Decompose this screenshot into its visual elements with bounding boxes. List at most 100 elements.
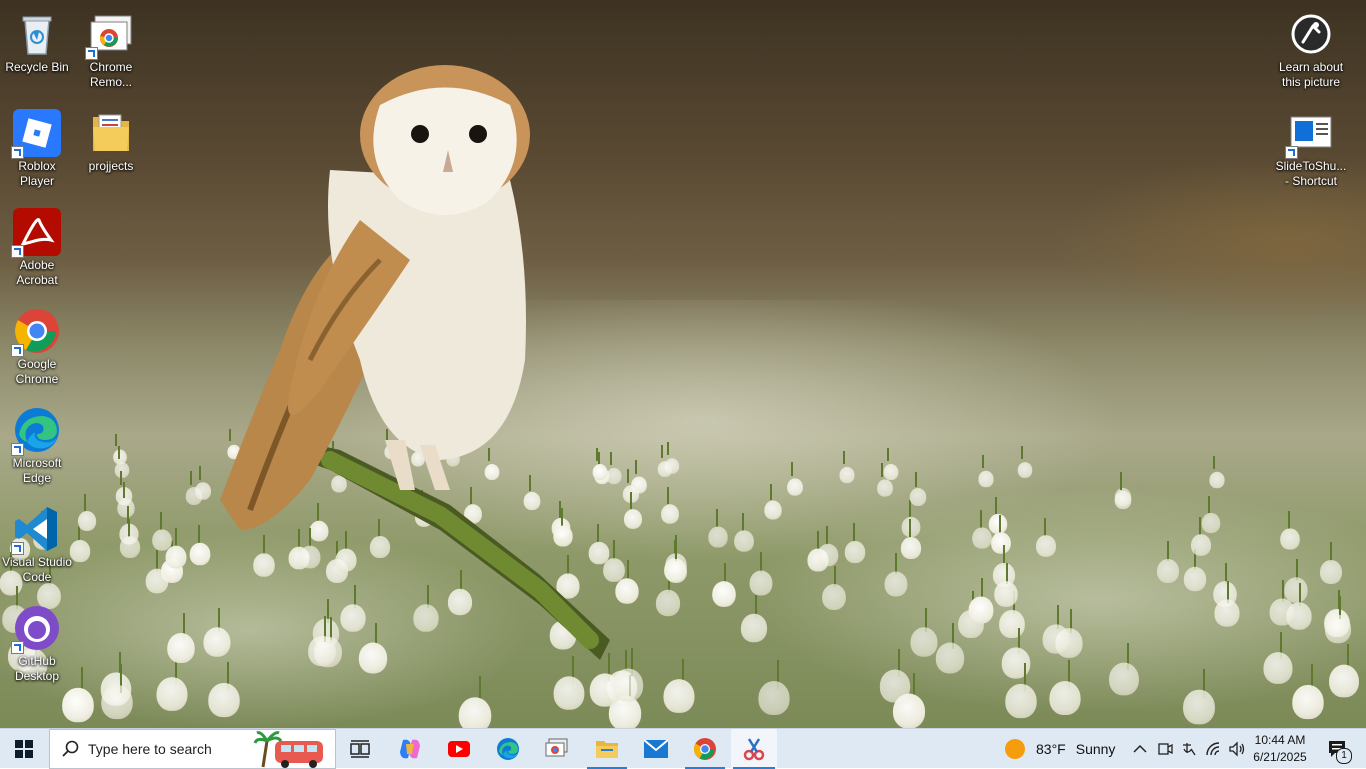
flower-stem	[715, 509, 718, 527]
task-view-icon	[350, 740, 370, 758]
notification-center-button[interactable]: 1	[1318, 729, 1358, 769]
flower	[189, 542, 211, 566]
mail-taskbar-button[interactable]	[634, 729, 678, 769]
desktop-icon-roblox-player[interactable]: Roblox Player	[0, 105, 74, 189]
flower	[1114, 490, 1132, 510]
flower	[1263, 652, 1293, 684]
flower	[909, 488, 927, 506]
meet-now-button[interactable]	[1154, 729, 1176, 769]
flower-stem	[881, 463, 884, 478]
vscode-icon	[11, 505, 61, 555]
flower	[1190, 534, 1212, 556]
show-hidden-icons-button[interactable]	[1129, 729, 1151, 769]
flower-stem	[816, 530, 819, 550]
flower-stem	[84, 494, 87, 511]
recycle-bin-icon	[13, 10, 61, 58]
flower	[1324, 614, 1352, 644]
flower-stem	[981, 454, 984, 469]
recycle-bin-label: Recycle Bin	[5, 60, 69, 74]
input-indicator-button[interactable]	[1178, 729, 1200, 769]
flower-stem	[886, 448, 889, 462]
remote-desktop-taskbar-button[interactable]	[535, 729, 579, 769]
flower	[1183, 689, 1215, 725]
desktop-icon-slidetoshutdown[interactable]: SlideToShu... - Shortcut	[1274, 105, 1348, 189]
desktop-icon-google-chrome[interactable]: Google Chrome	[0, 303, 74, 387]
shortcut-arrow-icon	[1285, 146, 1298, 159]
flower	[1292, 684, 1324, 720]
flower	[1042, 624, 1070, 654]
desktop-wallpaper	[0, 0, 1366, 728]
speaker-icon	[1229, 741, 1245, 757]
flower	[1280, 528, 1300, 550]
flower	[661, 504, 679, 524]
flower	[663, 679, 695, 713]
edge-taskbar-button[interactable]	[486, 729, 530, 769]
visual-studio-code-label: Visual Studio Code	[2, 555, 72, 584]
edge-icon	[11, 406, 61, 456]
edge-icon	[497, 738, 519, 760]
flower	[62, 687, 94, 723]
taskbar-search-box[interactable]: Type here to search	[49, 729, 336, 769]
desktop-icon-recycle-bin[interactable]: Recycle Bin	[0, 6, 74, 75]
flower-stem	[741, 512, 744, 531]
desktop-icon-projjects-folder[interactable]: projjects	[74, 105, 148, 174]
flower-stem	[199, 465, 202, 481]
flower	[900, 536, 922, 560]
roblox-player-label: Roblox Player	[18, 159, 56, 188]
desktop-icon-adobe-acrobat[interactable]: Adobe Acrobat	[0, 204, 74, 288]
shortcut-arrow-icon	[11, 641, 24, 654]
learn-about-picture-label: Learn about this picture	[1278, 60, 1344, 89]
google-chrome-label: Google Chrome	[15, 357, 59, 386]
flower	[968, 596, 994, 624]
desktop-icon-learn-about-picture[interactable]: Learn about this picture	[1274, 6, 1348, 90]
volume-button[interactable]	[1226, 729, 1248, 769]
flower-stem	[115, 433, 118, 447]
copilot-button[interactable]	[388, 729, 432, 769]
flower	[1109, 662, 1139, 696]
weather-widget[interactable]: 83°F Sunny	[1004, 729, 1115, 769]
desktop-icon-microsoft-edge[interactable]: Microsoft Edge	[0, 402, 74, 486]
adobe-acrobat-icon	[11, 208, 61, 258]
youtube-app-button[interactable]	[437, 729, 481, 769]
flower-stem	[853, 523, 856, 542]
flower-stem	[1330, 542, 1332, 562]
desktop-icon-visual-studio-code[interactable]: Visual Studio Code	[0, 501, 74, 585]
flower	[145, 568, 169, 594]
flower	[884, 571, 908, 597]
flower-stem	[159, 511, 162, 530]
snipping-tool-icon	[743, 738, 765, 761]
learn-about-picture-icon	[1287, 10, 1335, 58]
desktop-icon-github-desktop[interactable]: GitHub Desktop	[0, 600, 74, 684]
flower	[1183, 566, 1207, 592]
shortcut-arrow-icon	[11, 542, 24, 555]
flower	[1284, 577, 1308, 603]
ime-icon	[1183, 743, 1196, 756]
network-button[interactable]	[1203, 729, 1225, 769]
snipping-tool-taskbar-button[interactable]	[731, 729, 777, 769]
shortcut-arrow-icon	[11, 344, 24, 357]
github-desktop-icon	[11, 604, 61, 654]
taskbar-clock[interactable]: 10:44 AM 6/21/2025	[1248, 732, 1312, 766]
flower-stem	[198, 525, 201, 544]
flower	[787, 478, 803, 496]
flower-stem	[674, 541, 677, 561]
flower	[458, 697, 492, 728]
sun-icon	[1005, 739, 1025, 759]
video-call-icon	[1158, 743, 1173, 755]
start-button[interactable]	[0, 729, 48, 769]
task-view-button[interactable]	[338, 729, 382, 769]
file-explorer-taskbar-button[interactable]	[585, 729, 629, 769]
chrome-icon	[694, 738, 716, 760]
flower	[910, 627, 938, 657]
flower	[152, 529, 172, 551]
desktop-icon-chrome-remote-desktop[interactable]: Chrome Remo...	[74, 6, 148, 90]
flower	[77, 511, 97, 531]
flower	[1209, 471, 1225, 489]
flower	[740, 613, 768, 643]
flower-stem	[174, 527, 177, 547]
flower	[844, 540, 866, 564]
remote-desktop-icon	[545, 738, 568, 757]
flower-stem	[1212, 455, 1215, 470]
chrome-taskbar-button[interactable]	[683, 729, 727, 769]
flower	[1157, 559, 1179, 583]
